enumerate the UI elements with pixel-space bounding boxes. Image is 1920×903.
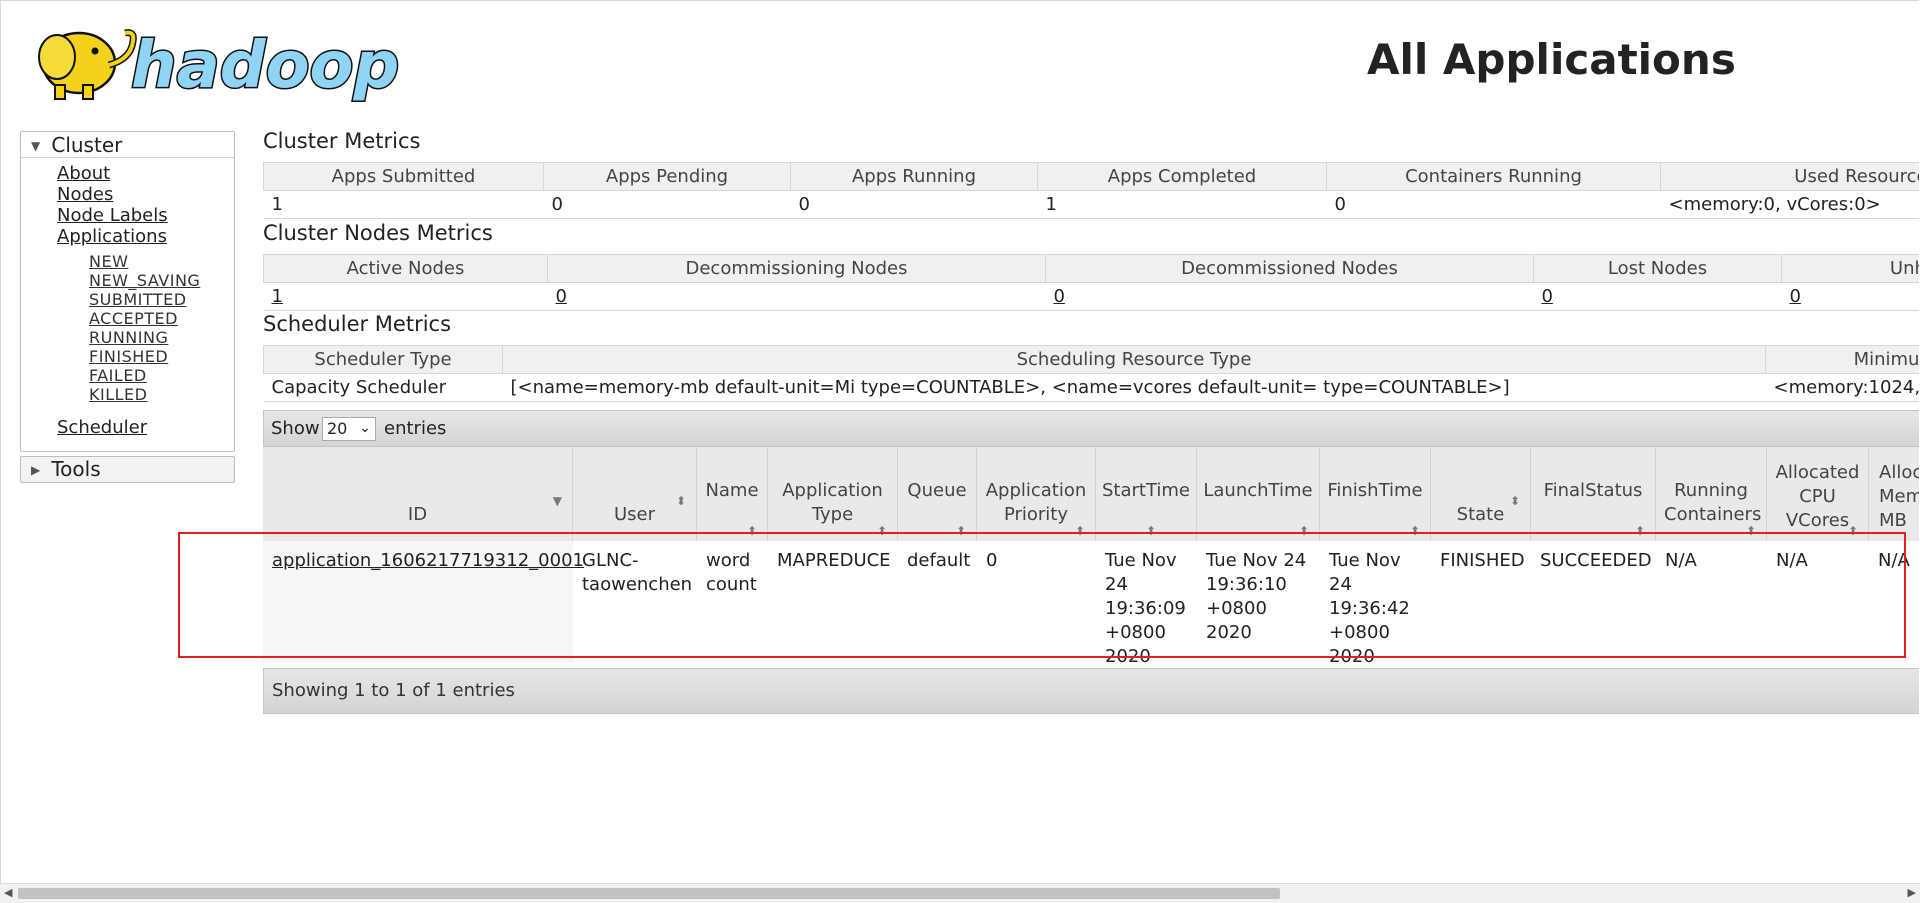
col-apps-submitted: Apps Submitted: [263, 162, 544, 191]
col-decommissioning-nodes: Decommissioning Nodes: [547, 254, 1046, 283]
chevron-down-icon: ⌄: [359, 420, 371, 436]
nav-cluster-header[interactable]: ▼ Cluster: [31, 133, 122, 157]
col-apps-pending: Apps Pending: [543, 162, 791, 191]
col-allocated-cpu[interactable]: Allocated CPU VCores ⬍: [1767, 447, 1869, 541]
col-lost-nodes: Lost Nodes: [1533, 254, 1782, 283]
entries-per-page-select[interactable]: 20 ⌄: [322, 417, 376, 441]
val-apps-pending: 0: [543, 190, 791, 219]
col-containers-running: Containers Running: [1326, 162, 1661, 191]
page-title: All Applications: [1367, 35, 1736, 84]
scroll-right-icon[interactable]: ▶: [1908, 886, 1916, 899]
col-launch-time[interactable]: LaunchTime ⬍: [1197, 447, 1320, 541]
col-decommissioned-nodes: Decommissioned Nodes: [1045, 254, 1534, 283]
val-decommissioned-nodes[interactable]: 0: [1045, 282, 1534, 311]
horizontal-scrollbar[interactable]: ◀ ▶: [0, 883, 1920, 903]
col-state[interactable]: State ⬍: [1431, 447, 1531, 541]
nodes-metrics-table: Active Nodes Decommissioning Nodes Decom…: [263, 254, 1919, 311]
scroll-left-icon[interactable]: ◀: [4, 886, 12, 899]
col-name[interactable]: Name ⬍: [697, 447, 768, 541]
val-apps-submitted: 1: [263, 190, 544, 219]
val-active-nodes[interactable]: 1: [263, 282, 548, 311]
col-running-containers[interactable]: Running Containers ⬍: [1656, 447, 1767, 541]
val-used-resources: <memory:0, vCores:0>: [1660, 190, 1919, 219]
nav-state-new[interactable]: NEW: [89, 252, 128, 271]
nodes-metrics-title: Cluster Nodes Metrics: [263, 221, 493, 245]
nav-cluster-panel: ▼ Cluster About Nodes Node Labels Applic…: [20, 131, 235, 452]
col-unhealthy-nodes: Unhe: [1781, 254, 1919, 283]
val-apps-completed: 1: [1037, 190, 1327, 219]
nav-link-node-labels[interactable]: Node Labels: [57, 205, 168, 226]
col-queue[interactable]: Queue ⬍: [898, 447, 977, 541]
col-final-status[interactable]: FinalStatus ⬍: [1531, 447, 1656, 541]
val-minimum-allocation: <memory:1024, v: [1765, 373, 1919, 402]
val-scheduler-type: Capacity Scheduler: [263, 373, 503, 402]
val-decommissioning-nodes[interactable]: 0: [547, 282, 1046, 311]
highlight-box: [178, 532, 1906, 658]
val-unhealthy-nodes[interactable]: 0: [1781, 282, 1919, 311]
scheduler-metrics-title: Scheduler Metrics: [263, 312, 452, 336]
browser-viewport: hadoop All Applications ▼ Cluster About …: [0, 0, 1919, 883]
apps-table-header: ID ▼ User ⬍ Name ⬍ Application Type ⬍ Qu…: [263, 447, 1919, 541]
nav-link-scheduler[interactable]: Scheduler: [57, 417, 147, 438]
hadoop-logo[interactable]: hadoop: [21, 11, 401, 103]
val-scheduling-resource-type: [<name=memory-mb default-unit=Mi type=CO…: [502, 373, 1766, 402]
nav-state-accepted[interactable]: ACCEPTED: [89, 309, 178, 328]
val-containers-running: 0: [1326, 190, 1661, 219]
col-finish-time[interactable]: FinishTime ⬍: [1320, 447, 1431, 541]
col-apps-completed: Apps Completed: [1037, 162, 1327, 191]
cluster-metrics-title: Cluster Metrics: [263, 129, 421, 153]
nav-tools-panel[interactable]: ▶ Tools: [20, 456, 235, 483]
col-id[interactable]: ID ▼: [263, 447, 573, 541]
elephant-icon: [38, 29, 137, 100]
col-active-nodes: Active Nodes: [263, 254, 548, 283]
nav-tools-header[interactable]: ▶ Tools: [31, 457, 101, 481]
nav-state-failed[interactable]: FAILED: [89, 366, 147, 385]
caret-right-icon: ▶: [31, 463, 41, 477]
col-allocated-memory[interactable]: Allocated Memory MB: [1869, 447, 1919, 541]
col-application-priority[interactable]: Application Priority ⬍: [977, 447, 1096, 541]
sort-desc-icon: ▼: [552, 494, 562, 508]
scrollbar-thumb[interactable]: [18, 888, 1280, 899]
col-apps-running: Apps Running: [790, 162, 1038, 191]
nav-link-applications[interactable]: Applications: [57, 226, 167, 247]
col-start-time[interactable]: StartTime ⬍: [1096, 447, 1197, 541]
cluster-metrics-table: Apps Submitted Apps Pending Apps Running…: [263, 162, 1919, 219]
nav-state-killed[interactable]: KILLED: [89, 385, 147, 404]
sort-icon: ⬍: [1509, 494, 1520, 508]
val-apps-running: 0: [790, 190, 1038, 219]
show-label: Show: [271, 418, 320, 439]
scheduler-metrics-table: Scheduler Type Scheduling Resource Type …: [263, 345, 1919, 402]
caret-down-icon: ▼: [31, 139, 41, 153]
nav-state-finished[interactable]: FINISHED: [89, 347, 168, 366]
nav-state-submitted[interactable]: SUBMITTED: [89, 290, 187, 309]
nav-state-new-saving[interactable]: NEW_SAVING: [89, 271, 200, 290]
apps-table-toolbar: Show 20 ⌄ entries: [263, 410, 1919, 447]
entries-info: Showing 1 to 1 of 1 entries: [272, 680, 515, 701]
col-application-type[interactable]: Application Type ⬍: [768, 447, 898, 541]
logo-text: hadoop: [131, 29, 399, 103]
col-scheduler-type: Scheduler Type: [263, 345, 503, 374]
sort-icon: ⬍: [675, 494, 686, 508]
entries-label: entries: [384, 418, 447, 439]
nav-link-about[interactable]: About: [57, 163, 110, 184]
nav-link-nodes[interactable]: Nodes: [57, 184, 113, 205]
col-minimum-allocation: Minimum: [1765, 345, 1919, 374]
apps-table-footer: Showing 1 to 1 of 1 entries: [263, 668, 1919, 714]
val-lost-nodes[interactable]: 0: [1533, 282, 1782, 311]
col-scheduling-resource-type: Scheduling Resource Type: [502, 345, 1766, 374]
col-used-resources: Used Resources: [1660, 162, 1919, 191]
nav-state-running[interactable]: RUNNING: [89, 328, 168, 347]
col-user[interactable]: User ⬍: [573, 447, 697, 541]
